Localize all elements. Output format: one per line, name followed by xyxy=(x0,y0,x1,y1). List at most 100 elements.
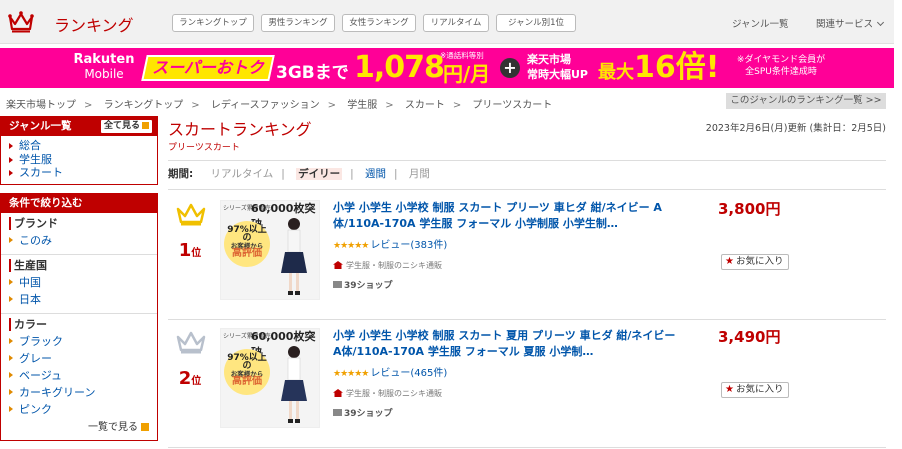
banner-ichiba-2: 常時大幅UP xyxy=(527,68,588,81)
genre-box-title: ジャンル一覧 xyxy=(9,120,72,132)
tab-daily[interactable]: デイリー xyxy=(296,168,343,180)
truck-icon xyxy=(333,409,342,416)
header: ランキング ランキングトップ 男性ランキング 女性ランキング リアルタイム ジャ… xyxy=(0,0,894,44)
shop-39-badge: 39ショップ xyxy=(333,406,393,419)
review-link[interactable]: レビュー(465件) xyxy=(370,368,447,379)
shop-link[interactable]: 学生服・制服のニシキ通販 xyxy=(346,389,442,398)
price: 3,800円 xyxy=(718,200,781,218)
crown-logo-icon[interactable] xyxy=(8,11,34,33)
see-more-label: 一覧で見る xyxy=(88,421,138,433)
tab-separator: | xyxy=(281,168,285,180)
genre-list: 総合 学生服 スカート xyxy=(1,136,157,184)
see-all-button[interactable]: 全て見る xyxy=(100,120,152,133)
genre-list-link[interactable]: ジャンル一覧 xyxy=(732,16,789,30)
review-summary: ★★★★★ レビュー(465件) xyxy=(333,364,447,379)
pill-women-ranking[interactable]: 女性ランキング xyxy=(342,14,416,32)
pill-realtime[interactable]: リアルタイム xyxy=(423,14,489,32)
filter-item[interactable]: ブラック xyxy=(9,333,153,350)
filter-group-country: 生産国 中国 日本 xyxy=(1,255,157,314)
thumb-c1: 97%以上の xyxy=(227,225,267,243)
pill-men-ranking[interactable]: 男性ランキング xyxy=(261,14,335,32)
genre-item-uniform[interactable]: 学生服 xyxy=(9,153,151,167)
rank-value: 1 xyxy=(178,240,192,261)
review-link[interactable]: レビュー(383件) xyxy=(370,240,447,251)
shop-info: 学生服・制服のニシキ通販 xyxy=(333,388,442,399)
page-subtitle[interactable]: プリーツスカート xyxy=(168,140,240,153)
breadcrumb-item[interactable]: スカート xyxy=(405,100,445,111)
breadcrumb-separator: > xyxy=(385,100,394,111)
filter-item[interactable]: グレー xyxy=(9,350,153,367)
banner-ichiba: 楽天市場常時大幅UP xyxy=(527,52,588,82)
filter-item[interactable]: ベージュ xyxy=(9,367,153,384)
related-services-link[interactable]: 関連サービス xyxy=(816,16,885,30)
promo-banner[interactable]: Rakuten Mobile スーパーおトク 3GBまで 1,078 ※通話料等… xyxy=(0,48,894,88)
banner-note2-a: ※ダイヤモンド会員が xyxy=(736,55,826,65)
review-summary: ★★★★★ レビュー(383件) xyxy=(333,236,447,251)
filter-group-title: カラー xyxy=(9,317,153,331)
shop-39-label: 39ショップ xyxy=(344,281,393,291)
update-date: 2023年2月6日(月)更新 (集計日：2月5日) xyxy=(705,123,886,134)
rank-number: 2位 xyxy=(176,368,204,389)
product-title-link[interactable]: 小学 小学生 小学校 制服 スカート 夏用 プリーツ 車ヒダ 紺/ネイビー A体… xyxy=(333,328,683,360)
breadcrumb-separator: > xyxy=(191,100,200,111)
filter-group-title: ブランド xyxy=(9,216,153,230)
ranking-item: 1位 シリーズ累計販売 60,000枚突破 97%以上のお客様から高評価 小学 … xyxy=(168,192,886,320)
breadcrumb-item[interactable]: レディースファッション xyxy=(211,100,320,111)
favorite-button[interactable]: ★ お気に入り xyxy=(721,382,790,398)
tab-weekly[interactable]: 週間 xyxy=(365,168,386,180)
filter-item[interactable]: カーキグリーン xyxy=(9,384,153,401)
page-title: スカートランキング xyxy=(168,120,312,139)
breadcrumb-item[interactable]: ランキングトップ xyxy=(104,100,184,111)
genre-box: ジャンル一覧 全て見る 総合 学生服 スカート xyxy=(0,116,158,185)
thumb-circle: 97%以上の お客様から 高評価 xyxy=(224,221,270,267)
favorite-button[interactable]: ★ お気に入り xyxy=(721,254,790,270)
related-services-label: 関連サービス xyxy=(816,19,874,30)
breadcrumb-separator: > xyxy=(327,100,337,111)
filter-item[interactable]: 中国 xyxy=(9,274,153,291)
filter-group-title: 生産国 xyxy=(9,258,153,272)
price: 3,490円 xyxy=(718,328,781,346)
filter-item[interactable]: ピンク xyxy=(9,401,153,418)
banner-ichiba-1: 楽天市場 xyxy=(527,53,571,66)
rank-suffix: 位 xyxy=(191,248,202,259)
home-icon xyxy=(333,389,343,397)
divider xyxy=(168,189,886,190)
genre-item-skirt[interactable]: スカート xyxy=(9,166,151,180)
shop-link[interactable]: 学生服・制服のニシキ通販 xyxy=(346,261,442,270)
pill-ranking-top[interactable]: ランキングトップ xyxy=(172,14,254,32)
breadcrumb-current: プリーツスカート xyxy=(472,100,553,111)
tab-realtime[interactable]: リアルタイム xyxy=(211,168,274,180)
banner-note2-b: 全SPU条件達成時 xyxy=(745,67,817,77)
see-all-label: 全て見る xyxy=(103,121,140,131)
genre-ranking-list-link[interactable]: このジャンルのランキング一覧 >> xyxy=(726,93,886,109)
favorite-label: お気に入り xyxy=(735,384,784,395)
rating-stars: ★★★★★ xyxy=(333,369,369,379)
filter-item[interactable]: 日本 xyxy=(9,291,153,308)
banner-yen: 円/月 xyxy=(443,62,491,86)
star-icon: ★ xyxy=(725,256,734,267)
see-more-link[interactable]: 一覧で見る xyxy=(9,418,153,435)
home-icon xyxy=(333,261,343,269)
banner-max: 最大 xyxy=(598,62,634,83)
thumb-c1: 97%以上の xyxy=(227,353,267,371)
pill-genre-first[interactable]: ジャンル別1位 xyxy=(496,14,576,32)
product-title-link[interactable]: 小学 小学生 小学校 制服 スカート プリーツ 車ヒダ 紺/ネイビー A体/11… xyxy=(333,200,683,232)
otoku-badge: スーパーおトク xyxy=(141,55,275,81)
star-icon: ★ xyxy=(725,384,734,395)
breadcrumb-item[interactable]: 楽天市場トップ xyxy=(6,100,76,111)
tab-separator: | xyxy=(394,168,398,180)
breadcrumb-item[interactable]: 学生服 xyxy=(347,100,377,111)
product-image[interactable]: シリーズ累計販売 60,000枚突破 97%以上のお客様から高評価 xyxy=(220,328,320,428)
divider xyxy=(168,160,886,161)
filter-item[interactable]: このみ xyxy=(9,232,153,249)
thumb-c3: 高評価 xyxy=(232,248,262,259)
rakuten-mobile-logo: Rakuten Mobile xyxy=(66,53,142,82)
product-image[interactable]: シリーズ累計販売 60,000枚突破 97%以上のお客様から高評価 xyxy=(220,200,320,300)
divider xyxy=(168,447,886,448)
brand-title[interactable]: ランキング xyxy=(54,12,134,36)
plus-icon: + xyxy=(500,58,520,78)
genre-item-overall[interactable]: 総合 xyxy=(9,139,151,153)
genre-box-header: ジャンル一覧 全て見る xyxy=(1,117,157,136)
tab-monthly[interactable]: 月間 xyxy=(409,168,430,180)
shop-39-label: 39ショップ xyxy=(344,409,393,419)
